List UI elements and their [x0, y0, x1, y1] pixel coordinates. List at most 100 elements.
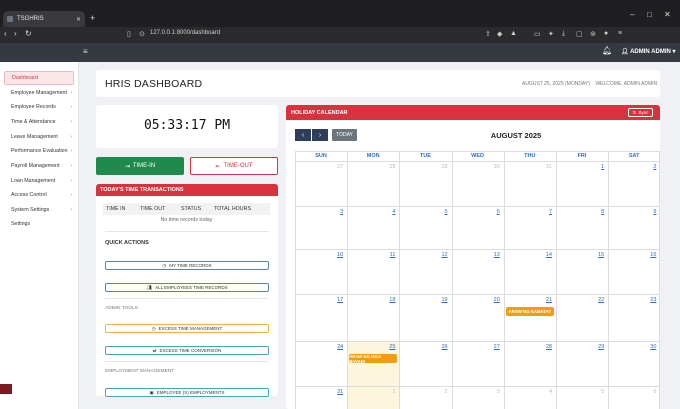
back-icon[interactable]: ‹ [4, 29, 7, 38]
sidebar-item-label: Employee Management [11, 90, 67, 96]
calendar-day[interactable]: 29 [594, 344, 604, 350]
grid-line [295, 341, 660, 342]
calendar-day[interactable]: 20 [490, 297, 500, 303]
sidebar-item-leave-management[interactable]: Leave Management › [4, 130, 74, 144]
calendar-day[interactable]: 1 [594, 164, 604, 170]
menu-icon[interactable]: ≡ [83, 47, 88, 56]
calendar-day[interactable]: 27 [490, 344, 500, 350]
calendar-day[interactable]: 3 [333, 209, 343, 215]
calendar-day[interactable]: 12 [438, 252, 447, 258]
page-title: HRIS DASHBOARD [105, 78, 203, 90]
reload-icon[interactable]: ↻ [25, 29, 32, 38]
download-icon[interactable]: ⤓ [562, 30, 565, 38]
calendar-day[interactable]: 13 [490, 252, 500, 258]
calendar-day[interactable]: 24 [333, 344, 343, 350]
calendar-day[interactable]: 25 [385, 344, 395, 350]
user-name: ADMIN ADMIN ▾ [630, 49, 676, 55]
sidebar-footer-badge [0, 384, 12, 394]
new-tab-button[interactable]: + [90, 13, 95, 23]
calendar-day[interactable]: 5 [438, 209, 448, 215]
share-icon[interactable]: ⇪ [485, 30, 491, 38]
minimize-button[interactable]: – [630, 10, 634, 19]
browser-tab[interactable]: TSGHRIS ✕ [3, 11, 85, 27]
sidebar-toggle-icon[interactable]: ▭ [534, 30, 541, 38]
user-menu[interactable]: 👤︎ ADMIN ADMIN ▾ [621, 48, 676, 55]
excess-time-conversion-button[interactable]: ⇄ EXCESS TIME CONVERSION [105, 346, 269, 355]
site-info-icon[interactable]: ⊙ [139, 30, 145, 38]
calendar-day[interactable]: 31 [333, 389, 343, 395]
sidebar-item-system-settings[interactable]: System Settings › [4, 203, 74, 217]
profile-icon[interactable]: ● [604, 30, 608, 37]
calendar-day[interactable]: 19 [438, 297, 447, 303]
excess-time-management-button[interactable]: ◷ EXCESS TIME MANAGEMENT [105, 324, 269, 333]
employee-employments-button[interactable]: ▣ EMPLOYEE (S) EMPLOYMENTS [105, 388, 269, 397]
calendar-day[interactable]: 11 [385, 252, 396, 258]
maximize-button[interactable]: □ [647, 10, 652, 19]
sidebar-item-dashboard[interactable]: Dashboard [4, 71, 74, 85]
rewards-icon[interactable]: ▲ [510, 30, 517, 37]
sync-button[interactable]: ↻ Sync [628, 108, 653, 117]
calendar-day[interactable]: 14 [542, 252, 552, 258]
weekday-header: MON [366, 153, 380, 159]
browser-menu-icon[interactable]: ≡ [618, 30, 622, 37]
brave-shield-icon[interactable]: ◆ [497, 30, 502, 38]
wallet-icon[interactable]: ▢ [576, 30, 583, 38]
calendar-day[interactable]: 4 [385, 209, 395, 215]
url-input[interactable] [122, 1, 522, 14]
calendar-day[interactable]: 18 [385, 297, 395, 303]
calendar-day[interactable]: 23 [646, 297, 656, 303]
button-label: MY TIME RECORDS [169, 263, 212, 268]
sidebar-item-loan-management[interactable]: Loan Management › [4, 174, 74, 188]
sidebar-item-performance-evaluation[interactable]: Performance Evaluation › [4, 144, 74, 158]
grid-line [295, 151, 296, 409]
bell-icon[interactable]: 🔔︎ [602, 46, 612, 55]
calendar-day: 6 [653, 389, 657, 395]
sidebar-item-access-control[interactable]: Access Control › [4, 188, 74, 202]
user-icon: 👤︎ [621, 49, 629, 55]
weekday-header: FRI [577, 153, 587, 159]
all-employees-time-records-button[interactable]: 👥︎ ALL EMPLOYEES TIME RECORDS [105, 283, 269, 292]
sidebar-item-payroll-management[interactable]: Payroll Management › [4, 159, 74, 173]
calendar-day[interactable]: 2 [646, 164, 656, 170]
sidebar-item-employee-records[interactable]: Employee Records › [4, 100, 74, 114]
tab-title: TSGHRIS [17, 16, 44, 22]
grid-line [556, 151, 557, 409]
calendar-day[interactable]: 7 [542, 209, 552, 215]
forward-icon[interactable]: › [14, 29, 17, 38]
holiday-event[interactable]: ARAW NG MGA BAYANI [349, 354, 398, 364]
sidebar-item-label: Settings [11, 221, 31, 227]
vpn-icon[interactable]: ⊚ [590, 30, 596, 38]
time-in-button[interactable]: ⇥ TIME-IN [96, 157, 184, 175]
calendar-day[interactable]: 15 [594, 252, 604, 258]
extensions-icon[interactable]: ✦ [548, 30, 554, 38]
calendar-day[interactable]: 8 [594, 209, 604, 215]
grid-line [295, 386, 660, 387]
sidebar-item-label: Payroll Management [11, 163, 60, 169]
my-time-records-button[interactable]: ◷ MY TIME RECORDS [105, 261, 269, 270]
calendar-day[interactable]: 6 [490, 209, 500, 215]
close-window-button[interactable]: ✕ [664, 10, 671, 19]
users-icon: 👥︎ [146, 284, 153, 290]
tab-close-icon[interactable]: ✕ [76, 16, 81, 23]
sidebar-item-employee-management[interactable]: Employee Management › [4, 86, 74, 100]
calendar-day: 1 [392, 389, 396, 395]
calendar-day: 4 [548, 389, 552, 395]
chevron-right-icon: › [70, 163, 72, 169]
calendar-day[interactable]: 17 [333, 297, 343, 303]
bookmark-icon[interactable]: ▯ [127, 30, 131, 38]
calendar-day[interactable]: 26 [438, 344, 447, 350]
calendar-day[interactable]: 30 [646, 344, 656, 350]
grid-line [608, 151, 610, 409]
calendar-day[interactable]: 16 [646, 252, 656, 258]
calendar-day[interactable]: 10 [333, 252, 343, 258]
sidebar-item-time-attendance[interactable]: Time & Attendance › [4, 115, 74, 129]
weekday-header: TUE [419, 153, 431, 159]
calendar-day[interactable]: 9 [646, 209, 656, 215]
sidebar-item-settings[interactable]: Settings [4, 217, 74, 231]
calendar-day[interactable]: 22 [594, 297, 604, 303]
header-info: AUGUST 25, 2025 (MONDAY) WELCOME, ADMIN … [522, 81, 657, 87]
calendar-day[interactable]: 21 [542, 297, 552, 303]
time-out-button[interactable]: ⇤ TIME-OUT [190, 157, 278, 175]
holiday-event[interactable]: ARAW NG KAMATAY [505, 307, 554, 316]
calendar-day[interactable]: 28 [542, 344, 552, 350]
